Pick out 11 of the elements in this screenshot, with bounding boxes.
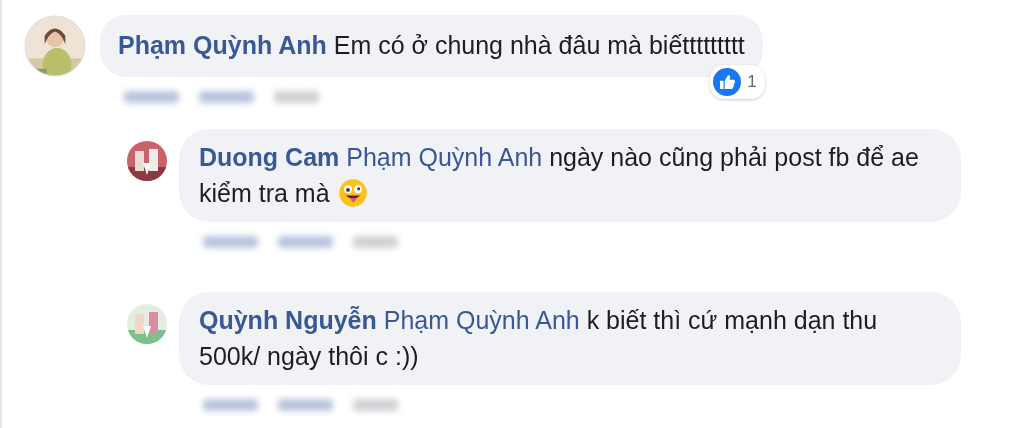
author-link[interactable]: Quỳnh Nguyễn [199, 306, 377, 334]
author-link[interactable]: Duong Cam [199, 143, 340, 171]
thumbs-up-icon [713, 68, 742, 96]
reaction-count: 1 [747, 72, 757, 92]
comment-text: Phạm Quỳnh Anh Em có ở chung nhà đâu mà biếttttttttt [118, 31, 745, 59]
mention-link[interactable]: Phạm Quỳnh Anh [346, 143, 543, 171]
reply-text: Duong Cam Phạm Quỳnh Anh ngày nào cũng phải post fb để ae kiểm tra mà [199, 143, 919, 207]
reaction-badge[interactable]: 1 [710, 65, 765, 99]
reply-text: Quỳnh Nguyễn Phạm Quỳnh Anh k biết thì cứ mạnh dạn thu 500k/ ngày thôi c :)) [199, 306, 878, 370]
mention-link[interactable]: Phạm Quỳnh Anh [383, 306, 580, 334]
author-link[interactable]: Phạm Quỳnh Anh [118, 31, 327, 59]
